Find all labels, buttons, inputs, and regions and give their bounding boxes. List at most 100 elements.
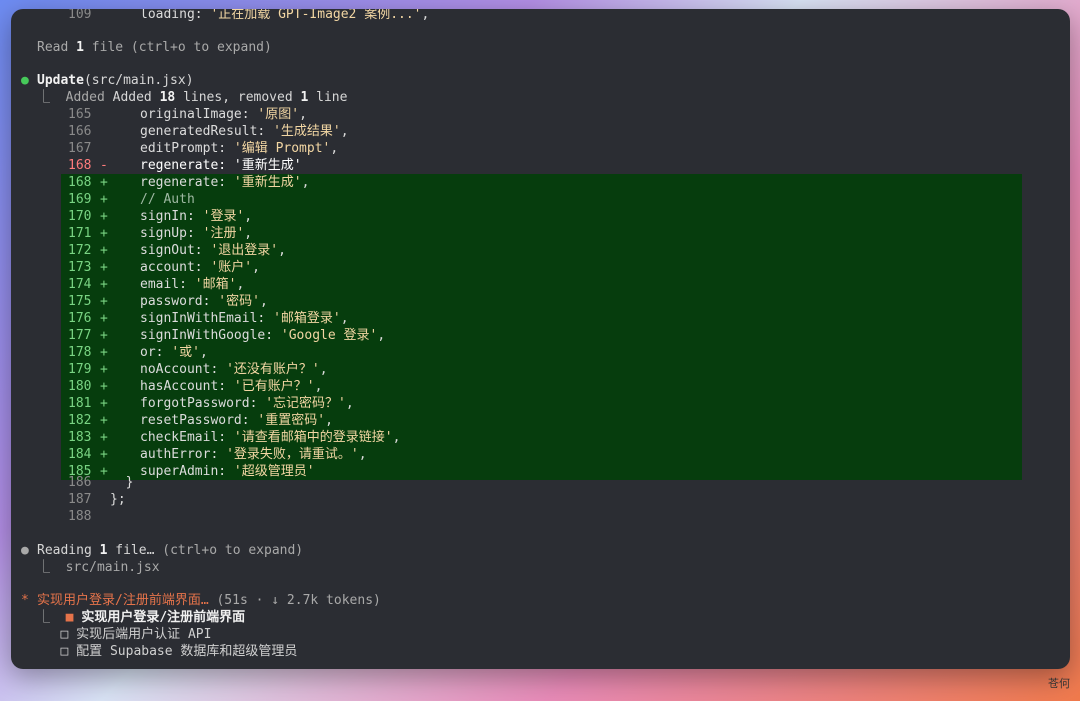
code-string: '邮箱' bbox=[194, 277, 237, 292]
status-text: 实现用户登录/注册前端界面… (51s · ↓ 2.7k tokens) bbox=[37, 592, 381, 609]
diff-added-line: 168 + regenerate: '重新生成', bbox=[11, 174, 1070, 191]
code-tail: , bbox=[377, 328, 386, 343]
code-tail: , bbox=[199, 345, 208, 360]
code-line-109: 109 loading: '正在加载 GPT-Image2 案例...', bbox=[11, 9, 1070, 23]
code-text: email: '邮箱', bbox=[140, 276, 244, 293]
status-dot-icon: ● bbox=[21, 73, 29, 88]
added-count: 18 bbox=[159, 90, 176, 105]
code-string: '重置密码' bbox=[257, 413, 326, 428]
code-key: hasAccount: bbox=[140, 379, 234, 394]
line-number: 188 bbox=[68, 509, 92, 524]
diff-added-line: 173 + account: '账户', bbox=[11, 259, 1070, 276]
diff-plus-sign: + bbox=[100, 192, 108, 207]
task-item: ⎿ ■ 实现用户登录/注册前端界面 bbox=[11, 609, 1070, 626]
diff-added-background bbox=[61, 191, 1022, 208]
code-string: '忘记密码？' bbox=[265, 396, 346, 411]
line-number: 173 bbox=[68, 260, 92, 275]
code-string: '重新生成' bbox=[233, 175, 302, 190]
line-number: 171 bbox=[68, 226, 92, 241]
code-key: or: bbox=[140, 345, 172, 360]
spinner-icon: * bbox=[21, 593, 29, 608]
diff-plus-sign: + bbox=[100, 311, 108, 326]
code-text: regenerate: '重新生成' bbox=[140, 157, 302, 174]
code-text: resetPassword: '重置密码', bbox=[140, 412, 333, 429]
status-line: * 实现用户登录/注册前端界面… (51s · ↓ 2.7k tokens) bbox=[11, 592, 1070, 609]
diff-plus-sign: + bbox=[100, 277, 108, 292]
task-item: □ 实现后端用户认证 API bbox=[11, 626, 1070, 643]
read-count: 1 bbox=[76, 40, 84, 55]
diff-added-line: 171 + signUp: '注册', bbox=[11, 225, 1070, 242]
status-dot-icon: ● bbox=[21, 543, 29, 558]
code-key: loading: bbox=[140, 9, 211, 22]
code-text: // Auth bbox=[140, 191, 195, 208]
line-number: 178 bbox=[68, 345, 92, 360]
code-text: signIn: '登录', bbox=[140, 208, 252, 225]
update-header: ● Update(src/main.jsx) bbox=[11, 72, 1070, 89]
code-text: editPrompt: '编辑 Prompt', bbox=[140, 140, 338, 157]
task-item: □ 配置 Supabase 数据库和超级管理员 bbox=[11, 643, 1070, 660]
code-text: signInWithEmail: '邮箱登录', bbox=[140, 310, 349, 327]
code-key: regenerate: bbox=[140, 158, 234, 173]
code-string: '还没有账户？' bbox=[226, 362, 320, 377]
diff-plus-sign: + bbox=[100, 430, 108, 445]
line-number: 180 bbox=[68, 379, 92, 394]
line-number: 175 bbox=[68, 294, 92, 309]
task-label: 实现用户登录/注册前端界面 bbox=[81, 610, 246, 625]
summary-added-label: Added bbox=[112, 90, 160, 105]
code-tail: , bbox=[259, 294, 268, 309]
code-string: '或' bbox=[171, 345, 200, 360]
code-text: hasAccount: '已有账户？', bbox=[140, 378, 322, 395]
line-number: 183 bbox=[68, 430, 92, 445]
line-number: 169 bbox=[68, 192, 92, 207]
code-string: '正在加载 GPT-Image2 案例...' bbox=[210, 9, 422, 22]
code-text: checkEmail: '请查看邮箱中的登录链接', bbox=[140, 429, 400, 446]
read-file-line[interactable]: Read 1 file (ctrl+o to expand) bbox=[11, 39, 1070, 56]
line-number: 172 bbox=[68, 243, 92, 258]
code-string: '账户' bbox=[210, 260, 253, 275]
code-key: editPrompt: bbox=[140, 141, 234, 156]
diff-plus-sign: + bbox=[100, 362, 108, 377]
code-key: signInWithGoogle: bbox=[140, 328, 281, 343]
code-string: '注册' bbox=[202, 226, 245, 241]
code-text: noAccount: '还没有账户？', bbox=[140, 361, 328, 378]
reading-prefix: Reading bbox=[37, 543, 100, 558]
line-number: 179 bbox=[68, 362, 92, 377]
code-string: '邮箱登录' bbox=[273, 311, 341, 326]
summary-prefix: ⎿ Added bbox=[37, 90, 113, 105]
line-number: 167 bbox=[68, 141, 92, 156]
diff-added-line: 177 + signInWithGoogle: 'Google 登录', bbox=[11, 327, 1070, 344]
diff-added-line: 172 + signOut: '退出登录', bbox=[11, 242, 1070, 259]
code-key: resetPassword: bbox=[140, 413, 258, 428]
code-tail: , bbox=[244, 226, 253, 241]
diff-added-line: 179 + noAccount: '还没有账户？', bbox=[11, 361, 1070, 378]
code-key: forgotPassword: bbox=[140, 396, 266, 411]
code-line: 188 bbox=[11, 508, 1070, 525]
code-key: noAccount: bbox=[140, 362, 227, 377]
line-number: 168 bbox=[68, 175, 92, 190]
code-tail: , bbox=[236, 277, 245, 292]
diff-plus-sign: + bbox=[100, 447, 108, 462]
code-key: email: bbox=[140, 277, 195, 292]
code-line: 187 }; bbox=[11, 491, 1070, 508]
line-number: 176 bbox=[68, 311, 92, 326]
line-number: 168 bbox=[68, 158, 92, 173]
update-summary-text: ⎿ Added Added 18 lines, removed 1 line bbox=[37, 89, 347, 106]
line-number: 166 bbox=[68, 124, 92, 139]
code-tail: , bbox=[345, 396, 354, 411]
terminal-window[interactable]: 109 loading: '正在加载 GPT-Image2 案例...', Re… bbox=[11, 9, 1070, 669]
code-string: '退出登录' bbox=[210, 243, 279, 258]
code-key: signIn: bbox=[140, 209, 203, 224]
task-prefix bbox=[37, 627, 60, 642]
line-number: 182 bbox=[68, 413, 92, 428]
reading-line[interactable]: ● Reading 1 file… (ctrl+o to expand) bbox=[11, 542, 1070, 559]
diff-added-line: 181 + forgotPassword: '忘记密码？', bbox=[11, 395, 1070, 412]
line-number: 165 bbox=[68, 107, 92, 122]
diff-added-line: 183 + checkEmail: '请查看邮箱中的登录链接', bbox=[11, 429, 1070, 446]
code-key: signUp: bbox=[140, 226, 203, 241]
diff-removed-line: 168 - regenerate: '重新生成' bbox=[11, 157, 1070, 208]
code-key: signInWithEmail: bbox=[140, 311, 274, 326]
read-file-text: Read 1 file (ctrl+o to expand) bbox=[37, 39, 272, 56]
code-string: '重新生成' bbox=[233, 158, 302, 173]
code-string: '登录失败，请重试。' bbox=[226, 447, 359, 462]
code-line: 186 } bbox=[11, 474, 1070, 491]
